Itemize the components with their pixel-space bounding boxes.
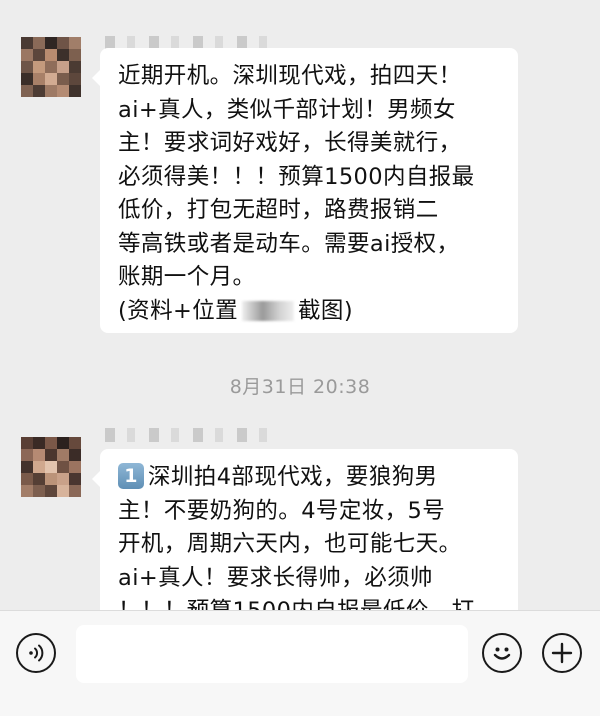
message-line: ai+真人！要求长得帅，必须帅 [118,564,433,591]
voice-button[interactable] [16,633,56,673]
message-line: 近期开机。深圳现代戏，拍四天！ [118,63,462,89]
more-button[interactable] [542,633,582,673]
message-line: 等高铁或者是动车。需要ai授权， [118,230,460,257]
keycap-one-icon: 1 [118,463,144,489]
message-line: 必须得美！！！预算1500内自报最 [118,163,475,190]
message-line: 账期一个月。 [118,264,256,290]
message-bubble[interactable]: 近期开机。深圳现代戏，拍四天！ ai+真人，类似千部计划！男频女 主！要求词好戏… [92,48,518,333]
sender-name-redacted [105,428,275,442]
message-line-tail: (资料+位置 截图) [118,295,502,329]
redacted-text [242,301,295,321]
chat-area: 近期开机。深圳现代戏，拍四天！ ai+真人，类似千部计划！男频女 主！要求词好戏… [0,0,600,610]
avatar[interactable] [21,437,81,497]
plus-icon [551,642,573,664]
message-line: 主！不要奶狗的。4号定妆，5号 [118,497,446,524]
message-input[interactable] [76,625,468,683]
smiley-icon [493,647,511,660]
chat-input-bar [0,610,600,716]
message-line: ！！！预算1500内自报最低价，打 [118,595,502,610]
message-bubble[interactable]: 1 深圳拍4部现代戏，要狼狗男 主！不要奶狗的。4号定妆，5号 开机，周期六天内，… [92,449,518,610]
message-text: 深圳拍4部现代戏，要狼狗男 [148,464,438,490]
message-line: ai+真人，类似千部计划！男频女 [118,96,456,123]
message-line-first: 1 深圳拍4部现代戏，要狼狗男 [118,461,502,495]
message-text: 截图) [298,297,354,324]
message-line: 开机，周期六天内，也可能七天。 [118,531,462,557]
avatar[interactable] [21,37,81,97]
message-line: 低价，打包无超时，路费报销二 [118,197,439,223]
message-line: 主！要求词好戏好，长得美就行， [118,130,462,156]
voice-wave-icon [29,644,44,662]
emoji-button[interactable] [482,633,522,673]
message-timestamp: 8月31日 20:38 [229,376,371,398]
message-text: (资料+位置 [118,297,239,324]
